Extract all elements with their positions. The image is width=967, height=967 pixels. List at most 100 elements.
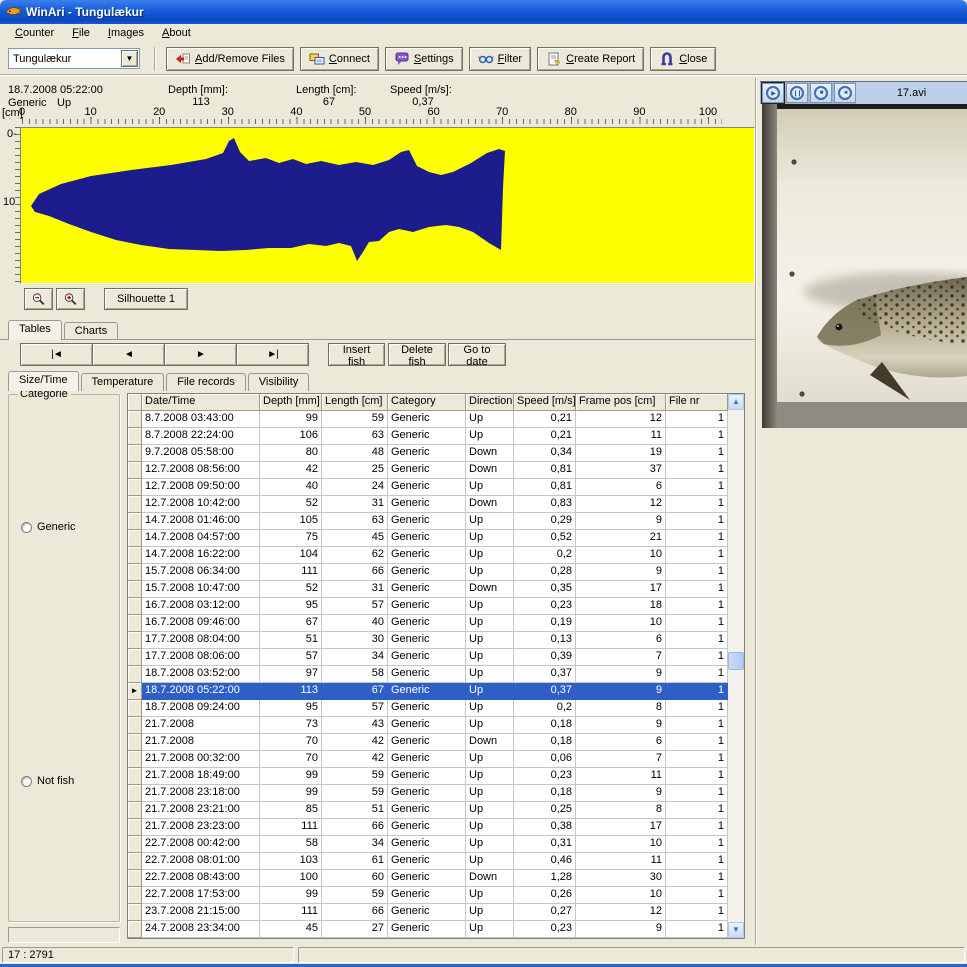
table-cell[interactable]: 1 [666,921,728,938]
table-row[interactable]: 18.7.2008 03:52:009758GenericUp0,3791 [128,666,728,683]
table-cell[interactable]: Generic [388,666,466,683]
settings-button[interactable]: Settings [385,47,463,71]
table-cell[interactable]: 97 [260,666,322,683]
table-cell[interactable]: Down [466,496,514,513]
table-cell[interactable]: Up [466,479,514,496]
table-row[interactable]: 8.7.2008 03:43:009959GenericUp0,21121 [128,411,728,428]
table-cell[interactable]: 10 [576,615,666,632]
table-cell[interactable]: 42 [260,462,322,479]
table-cell[interactable]: 1 [666,479,728,496]
column-header-category[interactable]: Category [388,394,466,411]
column-header-length-cm-[interactable]: Length [cm] [322,394,388,411]
table-cell[interactable]: 1 [666,853,728,870]
row-selector[interactable] [128,462,142,479]
table-row[interactable]: 22.7.2008 00:42:005834GenericUp0,31101 [128,836,728,853]
table-cell[interactable]: 0,2 [514,700,576,717]
row-selector[interactable] [128,530,142,547]
table-cell[interactable]: 111 [260,564,322,581]
table-cell[interactable]: 99 [260,768,322,785]
table-cell[interactable]: Generic [388,411,466,428]
table-cell[interactable]: 21.7.2008 18:49:00 [142,768,260,785]
table-row[interactable]: 21.7.2008 18:49:009959GenericUp0,23111 [128,768,728,785]
menu-item-file[interactable]: File [63,26,99,41]
row-selector[interactable] [128,666,142,683]
table-cell[interactable]: 1 [666,785,728,802]
table-cell[interactable]: 8 [576,700,666,717]
table-cell[interactable]: Up [466,428,514,445]
table-cell[interactable]: 22.7.2008 00:42:00 [142,836,260,853]
table-cell[interactable]: 1 [666,513,728,530]
table-cell[interactable]: 21.7.2008 23:18:00 [142,785,260,802]
table-cell[interactable]: 75 [260,530,322,547]
radio-not-fish-icon[interactable] [21,776,32,787]
table-cell[interactable]: 17 [576,581,666,598]
video-rewind-button[interactable]: ◄ [834,83,856,103]
table-cell[interactable]: 111 [260,819,322,836]
table-cell[interactable]: 0,23 [514,598,576,615]
table-cell[interactable]: 21.7.2008 23:23:00 [142,819,260,836]
table-cell[interactable]: 18.7.2008 09:24:00 [142,700,260,717]
radio-not-fish[interactable]: Not fish [21,775,74,787]
table-cell[interactable]: 0,21 [514,411,576,428]
table-cell[interactable]: 9.7.2008 05:58:00 [142,445,260,462]
table-cell[interactable]: Generic [388,751,466,768]
table-cell[interactable]: 67 [322,683,388,700]
table-cell[interactable]: 0,81 [514,479,576,496]
table-cell[interactable]: 0,18 [514,717,576,734]
nav-last-button[interactable]: ►| [236,343,309,366]
row-selector[interactable] [128,700,142,717]
table-cell[interactable]: 52 [260,496,322,513]
table-cell[interactable]: Generic [388,615,466,632]
table-cell[interactable]: 6 [576,734,666,751]
table-cell[interactable]: 0,81 [514,462,576,479]
table-cell[interactable]: 1 [666,734,728,751]
table-cell[interactable]: 70 [260,734,322,751]
table-cell[interactable]: 18.7.2008 03:52:00 [142,666,260,683]
column-header-speed-m-s-[interactable]: Speed [m/s] [514,394,576,411]
row-selector[interactable] [128,513,142,530]
table-cell[interactable]: 99 [260,785,322,802]
table-row[interactable]: 16.7.2008 09:46:006740GenericUp0,19101 [128,615,728,632]
table-cell[interactable]: Generic [388,870,466,887]
table-row[interactable]: 15.7.2008 10:47:005231GenericDown0,35171 [128,581,728,598]
insert-fish-button[interactable]: Insert fish [328,343,385,366]
row-selector[interactable] [128,496,142,513]
table-cell[interactable]: 1 [666,836,728,853]
table-cell[interactable]: 1 [666,870,728,887]
table-row[interactable]: 17.7.2008 08:06:005734GenericUp0,3971 [128,649,728,666]
table-cell[interactable]: 21.7.2008 [142,734,260,751]
table-row[interactable]: 8.7.2008 22:24:0010663GenericUp0,21111 [128,428,728,445]
create-report-button[interactable]: Create Report [537,47,644,71]
tab-tables[interactable]: Tables [8,320,62,340]
table-cell[interactable]: 1 [666,904,728,921]
row-selector[interactable] [128,598,142,615]
table-cell[interactable]: 1 [666,462,728,479]
table-cell[interactable]: Generic [388,921,466,938]
table-cell[interactable]: 0,46 [514,853,576,870]
video-play-button[interactable]: ▶ [762,83,784,103]
table-cell[interactable]: 10 [576,547,666,564]
table-cell[interactable]: 12 [576,904,666,921]
table-cell[interactable]: 34 [322,649,388,666]
table-cell[interactable]: 1 [666,445,728,462]
row-selector[interactable] [128,479,142,496]
table-cell[interactable]: 43 [322,717,388,734]
table-cell[interactable]: 17 [576,819,666,836]
table-cell[interactable]: 0,27 [514,904,576,921]
site-selector-combobox[interactable]: Tungulækur ▼ [8,48,140,69]
table-cell[interactable]: 52 [260,581,322,598]
row-selector[interactable] [128,870,142,887]
table-cell[interactable]: 16.7.2008 03:12:00 [142,598,260,615]
table-row[interactable]: 12.7.2008 08:56:004225GenericDown0,81371 [128,462,728,479]
table-cell[interactable]: 66 [322,819,388,836]
table-cell[interactable]: 12.7.2008 10:42:00 [142,496,260,513]
table-cell[interactable]: 0,18 [514,785,576,802]
table-cell[interactable]: 31 [322,496,388,513]
table-cell[interactable]: 60 [322,870,388,887]
filter-button[interactable]: Filter [469,47,531,71]
table-row[interactable]: 22.7.2008 08:01:0010361GenericUp0,46111 [128,853,728,870]
table-cell[interactable]: Down [466,445,514,462]
table-cell[interactable]: 1 [666,428,728,445]
table-cell[interactable]: 0,39 [514,649,576,666]
row-selector[interactable] [128,632,142,649]
